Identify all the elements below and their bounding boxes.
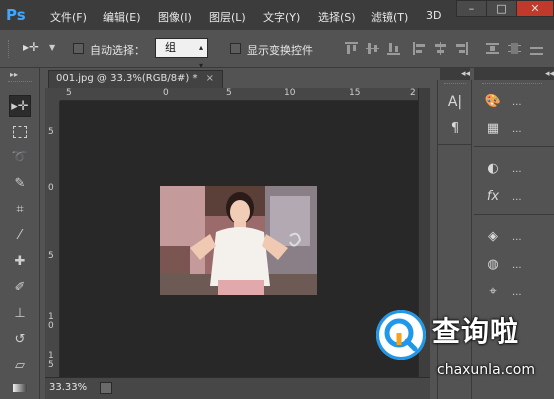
ruler-tick-label: 15 <box>349 88 361 98</box>
divider <box>438 144 471 145</box>
move-tool-icon[interactable]: ▸✛ <box>9 95 31 117</box>
ruler-tick-label: 0 <box>48 321 54 331</box>
auto-select-dropdown[interactable]: 组 ▴ ▾ <box>155 38 208 70</box>
ruler-tick-label: 0 <box>48 183 54 193</box>
ruler-tick-label: 5 <box>48 360 54 370</box>
menu-3d[interactable]: 3D <box>426 9 441 22</box>
panel-dots: ... <box>512 260 522 271</box>
panel-dots: ... <box>512 124 522 135</box>
ruler-tick-label: 10 <box>284 88 296 98</box>
align-hcenter-icon[interactable] <box>434 42 447 55</box>
ruler-corner <box>45 88 60 101</box>
menu-bar: Ps 文件(F) 编辑(E) 图像(I) 图层(L) 文字(Y) 选择(S) 滤… <box>0 0 554 30</box>
auto-select-label: 自动选择： <box>90 44 145 57</box>
distribute-top-icon[interactable] <box>486 42 499 55</box>
move-tool-preset-icon[interactable]: ▸✛ <box>23 40 39 54</box>
collapse-dock1-icon[interactable]: ◂◂ <box>440 68 470 80</box>
status-bar: 33.33% <box>45 377 430 399</box>
gradient-tool-icon[interactable] <box>9 377 31 399</box>
character-panel-icon[interactable]: A| <box>445 93 465 111</box>
dock-grip <box>444 83 466 84</box>
panel-dots: ... <box>512 192 522 203</box>
menu-filter[interactable]: 滤镜(T) <box>371 9 408 25</box>
align-left-icon[interactable] <box>413 42 426 55</box>
eraser-tool-icon[interactable]: ▱ <box>9 355 31 377</box>
panel-dock-icons: 🎨 ... ▦ ... ◐ ... fx ... ◈ ... ◍ ... ⌖ .… <box>474 80 554 399</box>
dock-grip <box>482 83 542 84</box>
minimize-button[interactable]: – <box>456 0 487 17</box>
divider <box>474 146 554 147</box>
paragraph-panel-icon[interactable]: ¶ <box>445 120 465 138</box>
bar-grip <box>8 40 19 58</box>
photo-illustration <box>160 186 317 295</box>
expand-toolbar-icon[interactable]: ▸▸ <box>10 70 18 79</box>
marquee-tool-icon[interactable] <box>9 121 31 143</box>
close-tab-icon[interactable]: × <box>206 71 214 87</box>
ruler-tick-label: 5 <box>66 88 72 98</box>
ruler-tick-label: 5 <box>226 88 232 98</box>
brush-tool-icon[interactable]: ✐ <box>9 277 31 299</box>
zoom-level[interactable]: 33.33% <box>49 382 87 393</box>
align-right-icon[interactable] <box>455 42 468 55</box>
healing-brush-tool-icon[interactable]: ✚ <box>9 251 31 273</box>
distribute-bottom-icon[interactable] <box>530 42 543 55</box>
lasso-tool-icon[interactable]: ➰ <box>9 147 31 169</box>
horizontal-ruler[interactable]: 5 0 5 10 15 2 <box>60 88 418 101</box>
align-top-icon[interactable] <box>345 42 358 55</box>
panel-dots: ... <box>512 232 522 243</box>
panel-dots: ... <box>512 97 522 108</box>
quick-selection-tool-icon[interactable]: ✎ <box>9 173 31 195</box>
menu-image[interactable]: 图像(I) <box>158 9 192 25</box>
show-transform-label: 显示变换控件 <box>247 44 313 57</box>
panel-dots: ... <box>512 287 522 298</box>
swatches-icon[interactable]: ▦ <box>483 120 503 138</box>
distribute-vcenter-icon[interactable] <box>508 42 521 55</box>
collapse-dock2-icon[interactable]: ◂◂ <box>474 68 554 80</box>
menu-type[interactable]: 文字(Y) <box>263 9 300 25</box>
menu-edit[interactable]: 编辑(E) <box>103 9 141 25</box>
toolbar-grip <box>8 81 32 84</box>
ruler-tick-label: 2 <box>410 88 416 98</box>
vertical-ruler[interactable]: 5 0 5 1 0 1 5 <box>45 101 60 377</box>
document-tab[interactable]: 001.jpg @ 33.3%(RGB/8#) * × <box>48 70 223 88</box>
styles-fx-icon[interactable]: fx <box>483 188 503 206</box>
watermark-logo <box>376 310 426 360</box>
ruler-tick-label: 5 <box>48 127 54 137</box>
paths-icon[interactable]: ⌖ <box>483 283 503 301</box>
tools-panel: ▸▸ ▸✛ ➰ ✎ ⌗ ⁄ ✚ ✐ ⊥ ↺ ▱ <box>0 68 40 399</box>
align-vcenter-icon[interactable] <box>366 42 379 55</box>
divider <box>474 214 554 215</box>
maximize-button[interactable]: □ <box>486 0 517 17</box>
menu-file[interactable]: 文件(F) <box>50 9 87 25</box>
menu-layer[interactable]: 图层(L) <box>209 9 246 25</box>
crop-tool-icon[interactable]: ⌗ <box>9 199 31 221</box>
magnifier-icon <box>384 318 418 352</box>
panel-dock-narrow: A| ¶ <box>437 80 472 399</box>
auto-select-checkbox[interactable] <box>73 43 84 54</box>
auto-select-value: 组 <box>165 41 176 54</box>
document-image[interactable] <box>160 186 317 295</box>
document-tab-title: 001.jpg @ 33.3%(RGB/8#) * <box>56 73 198 84</box>
photoshop-logo: Ps <box>6 6 26 24</box>
clone-stamp-tool-icon[interactable]: ⊥ <box>9 303 31 325</box>
status-info-icon[interactable] <box>100 382 112 394</box>
history-brush-tool-icon[interactable]: ↺ <box>9 329 31 351</box>
adjustments-icon[interactable]: ◐ <box>483 160 503 178</box>
show-transform-checkbox[interactable] <box>230 43 241 54</box>
close-button[interactable]: ✕ <box>516 0 554 17</box>
chevron-down-icon[interactable]: ▼ <box>49 43 55 52</box>
layers-icon[interactable]: ◈ <box>483 228 503 246</box>
color-palette-icon[interactable]: 🎨 <box>483 93 503 111</box>
panel-dots: ... <box>512 164 522 175</box>
eyedropper-tool-icon[interactable]: ⁄ <box>9 225 31 247</box>
menu-select[interactable]: 选择(S) <box>318 9 356 25</box>
ruler-tick-label: 0 <box>163 88 169 98</box>
align-bottom-icon[interactable] <box>387 42 400 55</box>
watermark-text: 查询啦 <box>432 315 520 348</box>
ruler-tick-label: 5 <box>48 251 54 261</box>
options-bar: ▸✛ ▼ 自动选择： 组 ▴ ▾ 显示变换控件 <box>0 31 554 70</box>
channels-icon[interactable]: ◍ <box>483 256 503 274</box>
watermark-url: chaxunla.com <box>437 362 535 378</box>
